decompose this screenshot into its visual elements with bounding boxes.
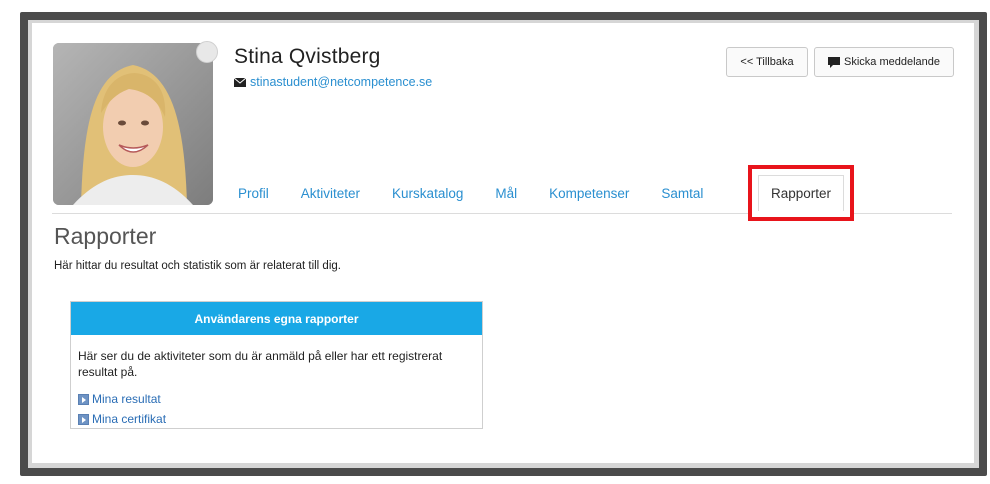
- tab-mal[interactable]: Mål: [479, 173, 533, 213]
- tab-bar: Profil Aktiviteter Kurskatalog Mål Kompe…: [222, 173, 719, 213]
- arrow-right-icon: [78, 413, 89, 425]
- back-button[interactable]: << Tillbaka: [726, 47, 808, 77]
- my-results-link[interactable]: Mina resultat: [78, 392, 161, 406]
- page-description: Här hittar du resultat och statistik som…: [54, 260, 341, 272]
- tab-aktiviteter[interactable]: Aktiviteter: [285, 173, 376, 213]
- tab-kurskatalog[interactable]: Kurskatalog: [376, 173, 479, 213]
- page-title: Rapporter: [54, 223, 157, 249]
- report-card-text: Här ser du de aktiviteter som du är anmä…: [78, 349, 443, 379]
- frame-border: Stina Qvistberg stinastudent@netcompeten…: [28, 20, 979, 468]
- email-link[interactable]: stinastudent@netcompetence.se: [234, 75, 432, 89]
- tab-rapporter[interactable]: Rapporter: [758, 175, 844, 211]
- mail-icon: [234, 77, 246, 87]
- page: Stina Qvistberg stinastudent@netcompeten…: [32, 23, 974, 463]
- arrow-right-icon: [78, 393, 89, 405]
- tab-profil[interactable]: Profil: [222, 173, 285, 213]
- screenshot-frame: Stina Qvistberg stinastudent@netcompeten…: [20, 12, 987, 476]
- avatar-photo: [53, 43, 213, 205]
- tab-samtal[interactable]: Samtal: [645, 173, 719, 213]
- my-results-label: Mina resultat: [92, 392, 161, 406]
- user-name: Stina Qvistberg: [234, 45, 381, 68]
- send-message-label: Skicka meddelande: [843, 56, 940, 68]
- speech-bubble-icon: [827, 56, 840, 68]
- report-card: Användarens egna rapporter Här ser du de…: [70, 301, 483, 429]
- email-text: stinastudent@netcompetence.se: [250, 75, 433, 89]
- tab-kompetenser[interactable]: Kompetenser: [533, 173, 645, 213]
- back-button-label: << Tillbaka: [740, 56, 794, 68]
- report-card-title: Användarens egna rapporter: [71, 302, 482, 335]
- avatar[interactable]: [53, 43, 213, 205]
- send-message-button[interactable]: Skicka meddelande: [814, 47, 954, 77]
- my-certificates-link[interactable]: Mina certifikat: [78, 412, 166, 426]
- my-certificates-label: Mina certifikat: [92, 412, 167, 426]
- status-badge: [196, 41, 218, 63]
- highlight-box: Rapporter: [748, 165, 854, 221]
